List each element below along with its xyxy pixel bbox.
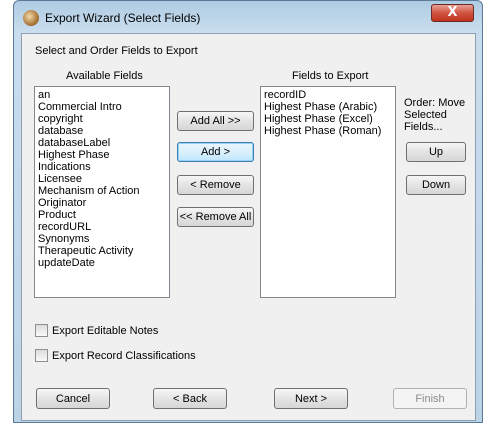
list-item[interactable]: recordURL (38, 221, 166, 233)
fields-to-export-heading: Fields to Export (292, 70, 369, 82)
list-item[interactable]: Therapeutic Activity (38, 245, 166, 257)
order-label-line3: Fields... (404, 121, 443, 133)
export-classifications-checkbox[interactable] (35, 349, 48, 362)
instructions-label: Select and Order Fields to Export (35, 45, 198, 57)
window-title: Export Wizard (Select Fields) (45, 11, 201, 25)
move-down-button[interactable]: Down (406, 175, 466, 195)
list-item[interactable]: Highest Phase (Roman) (264, 125, 392, 137)
order-label: Order: Move Selected Fields... (404, 97, 465, 133)
move-up-button[interactable]: Up (406, 142, 466, 162)
list-item[interactable]: Synonyms (38, 233, 166, 245)
add-button[interactable]: Add > (177, 142, 254, 162)
list-item[interactable]: Indications (38, 161, 166, 173)
list-item[interactable]: Highest Phase (Excel) (264, 113, 392, 125)
order-label-line1: Order: Move (404, 97, 466, 109)
list-item[interactable]: an (38, 89, 166, 101)
list-item[interactable]: updateDate (38, 257, 166, 269)
add-all-button[interactable]: Add All >> (177, 111, 254, 131)
export-wizard-window: Export Wizard (Select Fields) X Select a… (13, 0, 483, 423)
list-item[interactable]: Product (38, 209, 166, 221)
list-item[interactable]: Highest Phase (38, 149, 166, 161)
back-button[interactable]: < Back (153, 388, 227, 409)
dialog-body: Select and Order Fields to Export Availa… (21, 33, 476, 421)
list-item[interactable]: copyright (38, 113, 166, 125)
export-notes-checkbox[interactable] (35, 324, 48, 337)
title-bar[interactable]: Export Wizard (Select Fields) X (14, 1, 482, 33)
close-icon: X (447, 5, 458, 20)
app-icon (23, 10, 39, 26)
fields-to-export-list[interactable]: recordID Highest Phase (Arabic) Highest Ph… (260, 86, 396, 298)
list-item[interactable]: recordID (264, 89, 392, 101)
list-item[interactable]: Licensee (38, 173, 166, 185)
next-button[interactable]: Next > (274, 388, 348, 409)
list-item[interactable]: database (38, 125, 166, 137)
list-item[interactable]: Highest Phase (Arabic) (264, 101, 392, 113)
available-fields-list[interactable]: an Commercial Intro copyright database datab… (34, 86, 170, 298)
list-item[interactable]: Originator (38, 197, 166, 209)
close-button[interactable]: X (431, 4, 474, 22)
cancel-button[interactable]: Cancel (36, 388, 110, 409)
remove-button[interactable]: < Remove (177, 175, 254, 195)
remove-all-button[interactable]: << Remove All (177, 207, 254, 227)
finish-button: Finish (393, 388, 467, 409)
order-label-line2: Selected (404, 109, 447, 121)
list-item[interactable]: Mechanism of Action (38, 185, 166, 197)
list-item[interactable]: Commercial Intro (38, 101, 166, 113)
export-classifications-label[interactable]: Export Record Classifications (52, 350, 196, 362)
export-notes-label[interactable]: Export Editable Notes (52, 325, 158, 337)
available-fields-heading: Available Fields (66, 70, 143, 82)
list-item[interactable]: databaseLabel (38, 137, 166, 149)
